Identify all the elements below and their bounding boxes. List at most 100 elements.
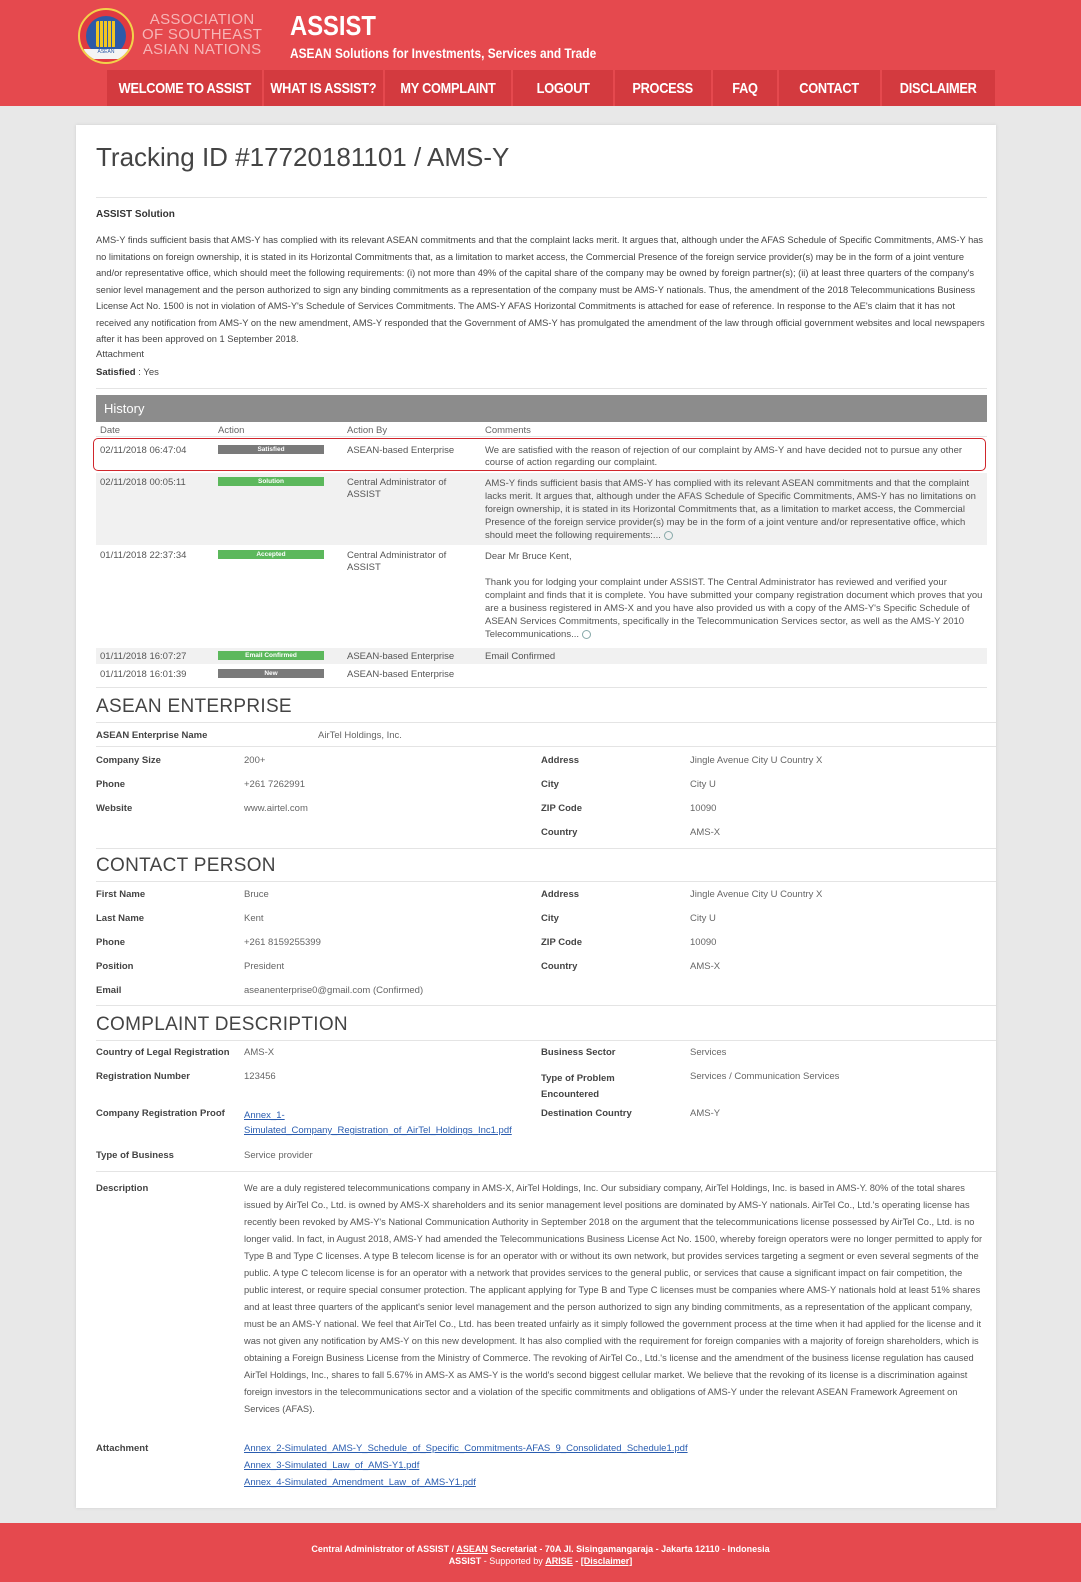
enterprise-address-value: Jingle Avenue City U Country X: [690, 755, 823, 766]
rice-sheaf-icon: [96, 21, 116, 47]
destination-country-value: AMS-Y: [690, 1108, 721, 1119]
divider: [96, 722, 996, 723]
nav-label: PROCESS: [632, 79, 694, 97]
contact-address-value: Jingle Avenue City U Country X: [690, 889, 823, 900]
nav-disclaimer[interactable]: DISCLAIMER: [882, 70, 995, 106]
registration-proof-link[interactable]: Annex_1- Simulated_Company_Registration_…: [244, 1108, 512, 1138]
footer-assist-text: ASSIST: [448, 1556, 482, 1566]
last-name-value: Kent: [244, 913, 264, 924]
history-comment-greeting: Dear Mr Bruce Kent,: [485, 551, 572, 562]
divider: [96, 1005, 996, 1006]
enterprise-city-label: City: [541, 779, 559, 790]
footer-line-2: ASSIST - Supported by ARISE - [Disclaime…: [0, 1555, 1081, 1567]
problem-type-label-line-2: Encountered: [541, 1089, 600, 1100]
divider: [96, 848, 996, 849]
status-badge: Email Confirmed: [218, 651, 324, 660]
contact-phone-value: +261 8159255399: [244, 937, 321, 948]
registration-proof-label: Company Registration Proof: [96, 1108, 225, 1119]
enterprise-address-label: Address: [541, 755, 580, 766]
business-sector-value: Services: [690, 1047, 727, 1058]
status-badge: Accepted: [218, 550, 324, 559]
contact-country-value: AMS-X: [690, 961, 721, 972]
contact-section-title: CONTACT PERSON: [96, 855, 276, 876]
history-action-by: Central Administrator of ASSIST: [347, 477, 447, 500]
satisfied-value: : Yes: [138, 367, 159, 378]
solution-body: AMS-Y finds sufficient basis that AMS-Y …: [96, 235, 985, 344]
nav-label: CONTACT: [799, 79, 860, 97]
satisfied-label: Satisfied: [96, 367, 136, 378]
nav-label: WHAT IS ASSIST?: [270, 79, 377, 97]
history-date: 02/11/2018 00:05:11: [100, 477, 186, 488]
business-sector-label: Business Sector: [541, 1047, 616, 1058]
status-badge: Solution: [218, 477, 324, 486]
footer-disclaimer-link[interactable]: [Disclaimer]: [581, 1556, 633, 1566]
business-type-value: Service provider: [244, 1150, 313, 1161]
first-name-value: Bruce: [244, 889, 269, 900]
nav-label: MY COMPLAINT: [400, 79, 496, 97]
nav-process[interactable]: PROCESS: [615, 70, 713, 106]
magnifier-icon[interactable]: [581, 629, 591, 639]
history-comment: Dear Mr Bruce Kent, Thank you for lodgin…: [485, 550, 985, 641]
magnifier-icon[interactable]: [663, 530, 673, 540]
description-label: Description: [96, 1183, 149, 1194]
attachment-link-3[interactable]: Annex_4-Simulated_Amendment_Law_of_AMS-Y…: [244, 1477, 476, 1488]
enterprise-city-value: City U: [690, 779, 716, 790]
position-value: President: [244, 961, 285, 972]
footer-asean-link[interactable]: ASEAN: [456, 1544, 488, 1554]
nav-welcome[interactable]: WELCOME TO ASSIST: [107, 70, 264, 106]
contact-city-value: City U: [690, 913, 716, 924]
site-footer: Central Administrator of ASSIST / ASEAN …: [0, 1523, 1081, 1582]
registration-proof-line-2[interactable]: Simulated_Company_Registration_of_AirTel…: [244, 1123, 512, 1138]
divider: [96, 1040, 996, 1041]
solution-heading: ASSIST Solution: [96, 209, 175, 220]
nav-label: WELCOME TO ASSIST: [118, 79, 251, 97]
complaint-detail-card: Tracking ID #17720181101 / AMS-Y ASSIST …: [76, 125, 996, 1508]
divider: [96, 746, 996, 747]
country-registration-label: Country of Legal Registration: [96, 1047, 230, 1058]
footer-arise-link[interactable]: ARISE: [545, 1556, 573, 1566]
nav-logout[interactable]: LOGOUT: [513, 70, 615, 106]
destination-country-label: Destination Country: [541, 1108, 632, 1119]
country-registration-value: AMS-X: [244, 1047, 275, 1058]
history-row: 01/11/2018 16:07:27 Email Confirmed ASEA…: [96, 648, 987, 664]
divider: [96, 881, 996, 882]
footer-address-text: Secretariat - 70A Jl. Sisingamangaraja -…: [487, 1544, 770, 1554]
divider: [96, 687, 987, 688]
email-label: Email: [96, 985, 122, 996]
description-text: We are a duly registered telecommunicati…: [244, 1183, 983, 1414]
nav-faq[interactable]: FAQ: [713, 70, 779, 106]
footer-separator: -: [572, 1556, 581, 1566]
history-comment-text: AMS-Y finds sufficient basis that AMS-Y …: [485, 478, 976, 541]
nav-what-is-assist[interactable]: WHAT IS ASSIST?: [264, 70, 385, 106]
contact-zip-label: ZIP Code: [541, 937, 582, 948]
history-row: 01/11/2018 22:37:34 Accepted Central Adm…: [96, 546, 987, 646]
main-nav: WELCOME TO ASSIST WHAT IS ASSIST? MY COM…: [107, 70, 995, 106]
brand-title[interactable]: ASSIST: [290, 10, 376, 42]
attachment-link-2[interactable]: Annex_3-Simulated_Law_of_AMS-Y1.pdf: [244, 1460, 419, 1471]
enterprise-zip-value: 10090: [690, 803, 717, 814]
nav-contact[interactable]: CONTACT: [779, 70, 882, 106]
history-action-by: ASEAN-based Enterprise: [347, 651, 455, 662]
history-row: 01/11/2018 16:01:39 New ASEAN-based Ente…: [96, 666, 987, 682]
history-action-by: ASEAN-based Enterprise: [347, 669, 455, 680]
last-name-label: Last Name: [96, 913, 145, 924]
history-date: 01/11/2018 16:07:27: [100, 651, 187, 662]
attachment-link-1[interactable]: Annex_2-Simulated_AMS-Y_Schedule_of_Spec…: [244, 1443, 688, 1454]
contact-city-label: City: [541, 913, 559, 924]
asean-logo[interactable]: ASEAN: [78, 8, 134, 64]
nav-my-complaint[interactable]: MY COMPLAINT: [385, 70, 513, 106]
solution-attachment-label: Attachment: [96, 349, 145, 360]
history-comment: Email Confirmed: [485, 651, 556, 662]
asean-line-3: ASIAN NATIONS: [142, 41, 262, 58]
logo-text: ASEAN: [84, 49, 128, 59]
contact-country-label: Country: [541, 961, 578, 972]
highlight-box: [93, 438, 986, 471]
contact-phone-label: Phone: [96, 937, 126, 948]
registration-proof-line-1[interactable]: Annex_1-: [244, 1108, 512, 1123]
divider: [96, 197, 987, 198]
enterprise-country-label: Country: [541, 827, 578, 838]
col-date: Date: [100, 425, 121, 436]
enterprise-zip-label: ZIP Code: [541, 803, 582, 814]
divider: [96, 1171, 996, 1172]
contact-address-label: Address: [541, 889, 580, 900]
